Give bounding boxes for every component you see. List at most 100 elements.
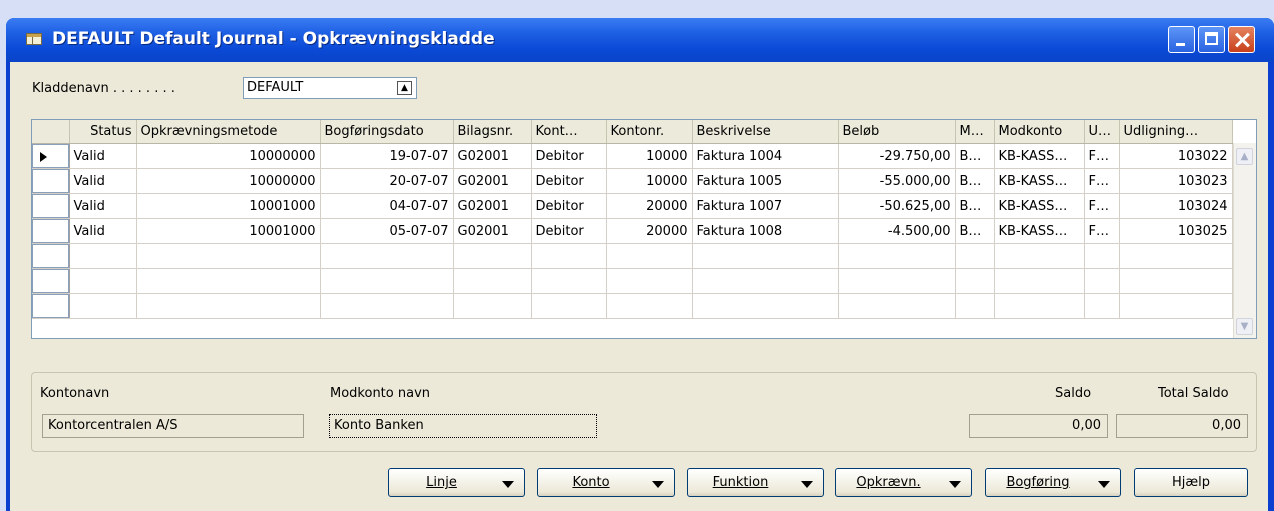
cell-posting-date[interactable]: 04-07-07 <box>320 193 454 219</box>
row-selector[interactable] <box>32 143 70 169</box>
account-button[interactable]: Konto <box>537 468 675 497</box>
cell-document-no[interactable]: G02001 <box>453 168 532 194</box>
cell-bal-account-no[interactable] <box>994 268 1085 294</box>
batch-name-field[interactable]: DEFAULT ▲ <box>243 77 417 99</box>
column-header-document-no[interactable]: Bilagsnr. <box>453 120 532 144</box>
cell-mode[interactable]: B… <box>955 193 995 219</box>
table-row[interactable]: Valid 10001000 05-07-07 G02001 Debitor 20000 F… <box>32 218 1233 244</box>
cell-bal-account-no[interactable]: KB-KASS… <box>994 143 1085 169</box>
table-row[interactable]: Valid 10000000 20-07-07 G02001 Debitor 10000 F… <box>32 168 1233 194</box>
table-row[interactable]: Valid 10001000 04-07-07 G02001 Debitor 20000 F… <box>32 193 1233 219</box>
cell-account-type[interactable]: Debitor <box>531 143 607 169</box>
cell-document-no[interactable] <box>453 268 532 294</box>
cell-collection-method[interactable]: 10001000 <box>136 218 321 244</box>
cell-posting-date[interactable]: 05-07-07 <box>320 218 454 244</box>
cell-account-type[interactable] <box>531 243 607 269</box>
cell-collection-method[interactable] <box>136 268 321 294</box>
cell-bal-account-no[interactable]: KB-KASS… <box>994 193 1085 219</box>
row-selector[interactable] <box>32 243 70 269</box>
cell-applies-to[interactable]: 103022 <box>1119 143 1233 169</box>
cell-status[interactable]: Valid <box>69 143 137 169</box>
posting-button[interactable]: Bogføring <box>985 468 1121 497</box>
cell-status[interactable]: Valid <box>69 168 137 194</box>
cell-collection-method[interactable]: 10000000 <box>136 143 321 169</box>
bal-account-name-field[interactable]: Konto Banken <box>329 414 597 438</box>
total-balance-field[interactable]: 0,00 <box>1116 414 1248 438</box>
cell-account-type[interactable] <box>531 293 607 319</box>
column-header-description[interactable]: Beskrivelse <box>692 120 839 144</box>
cell-posting-date[interactable] <box>320 268 454 294</box>
cell-account-no[interactable] <box>606 268 693 294</box>
balance-field[interactable]: 0,00 <box>969 414 1108 438</box>
row-selector[interactable] <box>32 218 70 244</box>
column-header-mode[interactable]: M… <box>955 120 995 144</box>
cell-collection-method[interactable]: 10000000 <box>136 168 321 194</box>
column-header-bal-account-no[interactable]: Modkonto <box>994 120 1085 144</box>
journal-lines-grid[interactable]: Status Opkrævningsmetode Bogføringsdato Bil… <box>31 119 1257 339</box>
cell-applies-to[interactable]: 103023 <box>1119 168 1233 194</box>
minimize-button[interactable] <box>1168 26 1195 53</box>
cell-document-no[interactable]: G02001 <box>453 193 532 219</box>
cell-mode[interactable]: B… <box>955 168 995 194</box>
line-button[interactable]: Linje <box>388 468 525 497</box>
cell-status[interactable] <box>69 243 137 269</box>
column-header-account-no[interactable]: Kontonr. <box>606 120 693 144</box>
cell-amount[interactable]: -50.625,00 <box>838 193 956 219</box>
cell-u[interactable]: F… <box>1084 218 1120 244</box>
column-header-status[interactable]: Status <box>69 120 137 144</box>
cell-document-no[interactable] <box>453 293 532 319</box>
cell-account-type[interactable]: Debitor <box>531 193 607 219</box>
cell-account-no[interactable]: 20000 <box>606 193 693 219</box>
cell-description[interactable] <box>692 293 839 319</box>
column-header-account-type[interactable]: Kont… <box>531 120 607 144</box>
cell-u[interactable] <box>1084 293 1120 319</box>
row-selector[interactable] <box>32 268 70 294</box>
cell-document-no[interactable]: G02001 <box>453 218 532 244</box>
cell-mode[interactable]: B… <box>955 218 995 244</box>
cell-status[interactable]: Valid <box>69 218 137 244</box>
cell-posting-date[interactable] <box>320 293 454 319</box>
cell-applies-to[interactable]: 103024 <box>1119 193 1233 219</box>
cell-bal-account-no[interactable]: KB-KASS… <box>994 218 1085 244</box>
cell-mode[interactable] <box>955 268 995 294</box>
cell-bal-account-no[interactable] <box>994 243 1085 269</box>
cell-description[interactable]: Faktura 1007 <box>692 193 839 219</box>
title-bar[interactable]: DEFAULT Default Journal - Opkrævningskla… <box>6 18 1274 62</box>
cell-u[interactable]: F… <box>1084 193 1120 219</box>
cell-collection-method[interactable] <box>136 293 321 319</box>
function-button[interactable]: Funktion <box>687 468 824 497</box>
cell-mode[interactable] <box>955 243 995 269</box>
cell-u[interactable]: F… <box>1084 143 1120 169</box>
collection-button[interactable]: Opkrævn. <box>835 468 972 497</box>
cell-collection-method[interactable] <box>136 243 321 269</box>
cell-posting-date[interactable] <box>320 243 454 269</box>
cell-status[interactable] <box>69 268 137 294</box>
cell-amount[interactable]: -55.000,00 <box>838 168 956 194</box>
column-header-u[interactable]: U… <box>1084 120 1120 144</box>
column-header-applies-to[interactable]: Udligning… <box>1119 120 1233 144</box>
cell-amount[interactable]: -29.750,00 <box>838 143 956 169</box>
cell-applies-to[interactable] <box>1119 243 1233 269</box>
cell-amount[interactable] <box>838 268 956 294</box>
cell-bal-account-no[interactable]: KB-KASS… <box>994 168 1085 194</box>
table-row[interactable] <box>32 243 1233 269</box>
account-name-field[interactable]: Kontorcentralen A/S <box>42 414 304 438</box>
cell-mode[interactable] <box>955 293 995 319</box>
table-row[interactable] <box>32 293 1233 319</box>
cell-u[interactable]: F… <box>1084 168 1120 194</box>
row-selector[interactable] <box>32 193 70 219</box>
cell-description[interactable]: Faktura 1004 <box>692 143 839 169</box>
cell-status[interactable]: Valid <box>69 193 137 219</box>
cell-u[interactable] <box>1084 268 1120 294</box>
lookup-arrow-up-icon[interactable]: ▲ <box>397 81 412 95</box>
column-header-posting-date[interactable]: Bogføringsdato <box>320 120 454 144</box>
cell-account-no[interactable]: 10000 <box>606 168 693 194</box>
cell-account-no[interactable] <box>606 243 693 269</box>
cell-document-no[interactable] <box>453 243 532 269</box>
cell-description[interactable] <box>692 243 839 269</box>
column-header-collection-method[interactable]: Opkrævningsmetode <box>136 120 321 144</box>
cell-posting-date[interactable]: 20-07-07 <box>320 168 454 194</box>
cell-document-no[interactable]: G02001 <box>453 143 532 169</box>
cell-account-no[interactable] <box>606 293 693 319</box>
row-selector[interactable] <box>32 293 70 319</box>
